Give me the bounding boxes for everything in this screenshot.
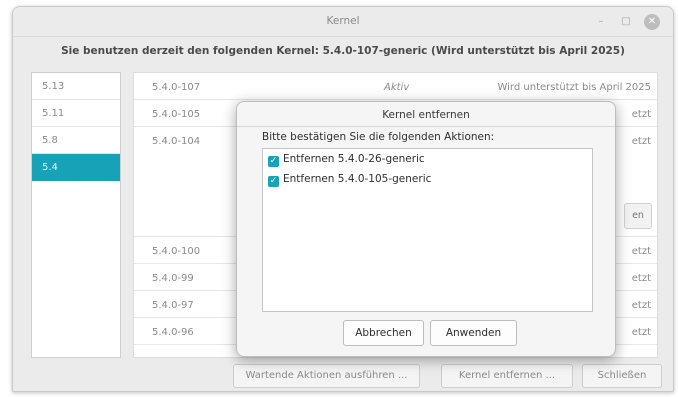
run-pending-actions-button[interactable]: Wartende Aktionen ausführen ... [233,364,420,388]
kernel-row[interactable]: 5.4.0-107 Aktiv Wird unterstützt bis Apr… [134,73,657,100]
kernel-status: Aktiv [384,82,410,93]
sidebar-item-label: 5.13 [42,81,65,92]
kernel-support: etzt [631,109,651,120]
sidebar-item-5-8[interactable]: 5.8 [32,127,120,154]
action-label: Entfernen 5.4.0-105-generic [283,173,432,185]
minimize-icon[interactable]: – [593,14,609,30]
apply-button[interactable]: Anwenden [430,320,517,346]
title-bar: Kernel – □ ✕ [13,7,673,37]
kernel-version: 5.4.0-104 [152,136,201,147]
kernel-version: 5.4.0-105 [152,109,201,120]
cancel-button[interactable]: Abbrechen [343,320,424,346]
action-label: Entfernen 5.4.0-26-generic [283,153,425,165]
window-title: Kernel [326,15,360,27]
kernel-support: etzt [631,136,651,147]
sidebar-item-label: 5.11 [42,108,65,119]
dialog-prompt: Bitte bestätigen Sie die folgenden Aktio… [262,131,495,143]
kernel-version: 5.4.0-96 [152,327,194,338]
kernel-version: 5.4.0-97 [152,300,194,311]
kernel-support: etzt [631,300,651,311]
close-icon[interactable]: ✕ [644,14,660,30]
close-button[interactable]: Schließen [582,364,662,388]
dialog-title: Kernel entfernen [382,109,470,121]
kernel-support: etzt [631,246,651,257]
kernel-action-button[interactable]: en [624,203,652,229]
dialog-separator [237,126,615,127]
maximize-icon[interactable]: □ [618,14,634,30]
kernel-support: etzt [631,273,651,284]
remove-kernel-button[interactable]: Kernel entfernen ... [441,364,573,388]
sidebar-item-label: 5.8 [42,135,58,146]
kernel-support: etzt [631,327,651,338]
sidebar-item-5-13[interactable]: 5.13 [32,73,120,100]
checkbox-checked-icon[interactable]: ✓ [268,156,279,167]
kernel-version: 5.4.0-100 [152,246,201,257]
action-item[interactable]: ✓ Entfernen 5.4.0-26-generic [268,153,425,169]
checkbox-checked-icon[interactable]: ✓ [268,176,279,187]
action-item[interactable]: ✓ Entfernen 5.4.0-105-generic [268,173,431,189]
current-kernel-info: Sie benutzen derzeit den folgenden Kerne… [61,45,625,57]
kernel-version: 5.4.0-99 [152,273,194,284]
sidebar-item-5-11[interactable]: 5.11 [32,100,120,127]
action-list: ✓ Entfernen 5.4.0-26-generic ✓ Entfernen 5… [262,148,593,312]
version-sidebar: 5.13 5.11 5.8 5.4 [31,72,121,358]
kernel-version: 5.4.0-107 [152,82,201,93]
sidebar-item-label: 5.4 [42,162,58,173]
sidebar-item-5-4[interactable]: 5.4 [32,154,120,181]
kernel-support: Wird unterstützt bis April 2025 [497,82,651,93]
remove-kernel-dialog: Kernel entfernen Bitte bestätigen Sie di… [236,101,616,357]
